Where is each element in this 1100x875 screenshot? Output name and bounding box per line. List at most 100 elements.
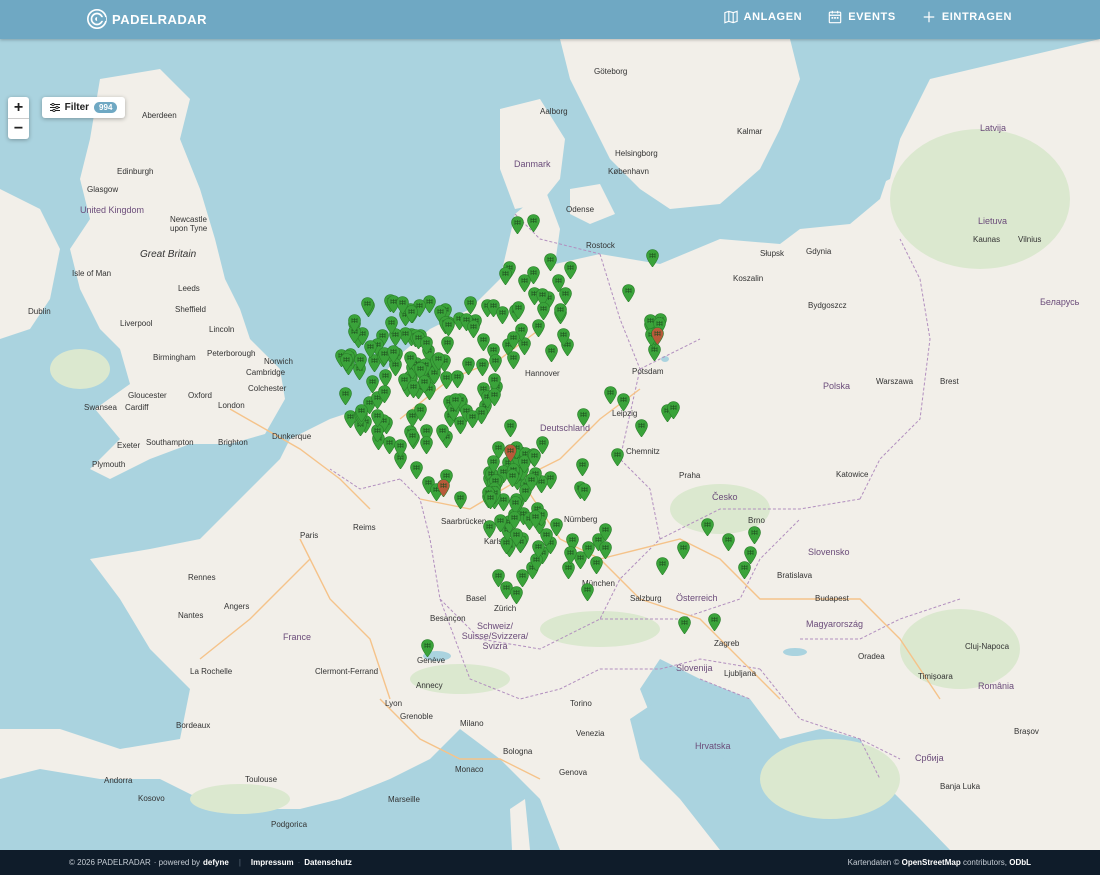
court-marker[interactable] <box>617 393 630 411</box>
zoom-out-button[interactable]: − <box>8 118 29 139</box>
court-marker[interactable] <box>436 424 449 442</box>
court-marker[interactable] <box>483 520 496 538</box>
court-marker[interactable] <box>578 483 591 501</box>
court-marker[interactable] <box>504 444 517 462</box>
court-marker[interactable] <box>545 344 558 362</box>
court-marker[interactable] <box>454 491 467 509</box>
court-marker[interactable] <box>744 546 757 564</box>
court-marker[interactable] <box>507 351 520 369</box>
court-marker[interactable] <box>348 314 361 332</box>
court-marker[interactable] <box>622 284 635 302</box>
court-marker[interactable] <box>708 613 721 631</box>
court-marker[interactable] <box>564 261 577 279</box>
court-marker[interactable] <box>529 510 542 528</box>
court-marker[interactable] <box>488 388 501 406</box>
label-rostock: Rostock <box>586 241 615 250</box>
court-marker[interactable] <box>466 410 479 428</box>
court-marker[interactable] <box>646 249 659 267</box>
court-marker[interactable] <box>378 385 391 403</box>
court-marker[interactable] <box>418 375 431 393</box>
label-great-britain: Great Britain <box>140 249 197 260</box>
court-marker[interactable] <box>506 469 519 487</box>
court-marker[interactable] <box>552 274 565 292</box>
court-marker[interactable] <box>651 327 664 345</box>
court-marker[interactable] <box>504 419 517 437</box>
court-marker[interactable] <box>557 328 570 346</box>
court-marker[interactable] <box>437 479 450 497</box>
court-marker[interactable] <box>635 419 648 437</box>
court-marker[interactable] <box>722 533 735 551</box>
court-marker[interactable] <box>467 320 480 338</box>
court-marker[interactable] <box>340 353 353 371</box>
court-marker[interactable] <box>537 302 550 320</box>
court-marker[interactable] <box>576 458 589 476</box>
court-marker[interactable] <box>420 436 433 454</box>
court-marker[interactable] <box>499 267 512 285</box>
court-marker[interactable] <box>564 546 577 564</box>
court-marker[interactable] <box>554 303 567 321</box>
court-marker[interactable] <box>432 352 445 370</box>
map-pin-icon <box>361 297 374 315</box>
nav-eintragen-label: EINTRAGEN <box>941 11 1012 23</box>
court-marker[interactable] <box>604 386 617 404</box>
court-marker[interactable] <box>656 557 669 575</box>
court-marker[interactable] <box>355 404 368 422</box>
court-marker[interactable] <box>484 491 497 509</box>
court-marker[interactable] <box>701 518 714 536</box>
court-marker[interactable] <box>462 357 475 375</box>
court-marker[interactable] <box>489 354 502 372</box>
court-marker[interactable] <box>507 331 520 349</box>
court-marker[interactable] <box>544 253 557 271</box>
court-marker[interactable] <box>599 523 612 541</box>
impressum-link[interactable]: Impressum <box>251 858 294 867</box>
logo[interactable]: PADELRADAR <box>86 7 207 31</box>
court-marker[interactable] <box>405 305 418 323</box>
court-marker[interactable] <box>667 401 680 419</box>
court-marker[interactable] <box>677 541 690 559</box>
court-marker[interactable] <box>354 353 367 371</box>
datenschutz-link[interactable]: Datenschutz <box>304 858 352 867</box>
court-marker[interactable] <box>361 297 374 315</box>
openstreetmap-link[interactable]: OpenStreetMap <box>902 858 961 867</box>
court-marker[interactable] <box>414 403 427 421</box>
court-marker[interactable] <box>678 616 691 634</box>
court-marker[interactable] <box>508 511 521 529</box>
footer-defyne-link[interactable]: defyne <box>203 858 229 867</box>
court-marker[interactable] <box>442 318 455 336</box>
label-romania: România <box>978 681 1015 691</box>
court-marker[interactable] <box>385 316 398 334</box>
court-marker[interactable] <box>527 214 540 232</box>
odbl-link[interactable]: ODbL <box>1009 858 1031 867</box>
court-marker[interactable] <box>511 216 524 234</box>
court-marker[interactable] <box>421 639 434 657</box>
court-marker[interactable] <box>532 319 545 337</box>
zoom-in-button[interactable]: + <box>8 97 29 118</box>
court-marker[interactable] <box>512 301 525 319</box>
label-swansea: Swansea <box>84 403 117 412</box>
nav-events[interactable]: EVENTS <box>828 10 896 24</box>
nav-eintragen[interactable]: EINTRAGEN <box>922 10 1012 24</box>
court-marker[interactable] <box>748 526 761 544</box>
court-marker[interactable] <box>339 387 352 405</box>
nav-anlagen[interactable]: ANLAGEN <box>723 10 803 24</box>
map-pin-icon <box>545 344 558 362</box>
court-marker[interactable] <box>406 429 419 447</box>
court-marker[interactable] <box>528 449 541 467</box>
court-marker[interactable] <box>387 345 400 363</box>
court-marker[interactable] <box>581 583 594 601</box>
label-praha: Praha <box>679 471 701 480</box>
filter-button[interactable]: Filter 994 <box>42 97 125 118</box>
court-marker[interactable] <box>371 409 384 427</box>
court-marker[interactable] <box>510 528 523 546</box>
court-marker[interactable] <box>590 556 603 574</box>
label-slovenija: Slovenija <box>676 663 713 673</box>
court-marker[interactable] <box>487 455 500 473</box>
map-view[interactable]: United Kingdom Great Britain Danmark Deu… <box>0 39 1100 850</box>
court-marker[interactable] <box>525 473 538 491</box>
court-marker[interactable] <box>532 540 545 558</box>
court-marker[interactable] <box>611 448 624 466</box>
court-marker[interactable] <box>496 306 509 324</box>
court-marker[interactable] <box>510 586 523 604</box>
map-attribution: Kartendaten © OpenStreetMap contributors… <box>848 858 1031 867</box>
court-marker[interactable] <box>577 408 590 426</box>
